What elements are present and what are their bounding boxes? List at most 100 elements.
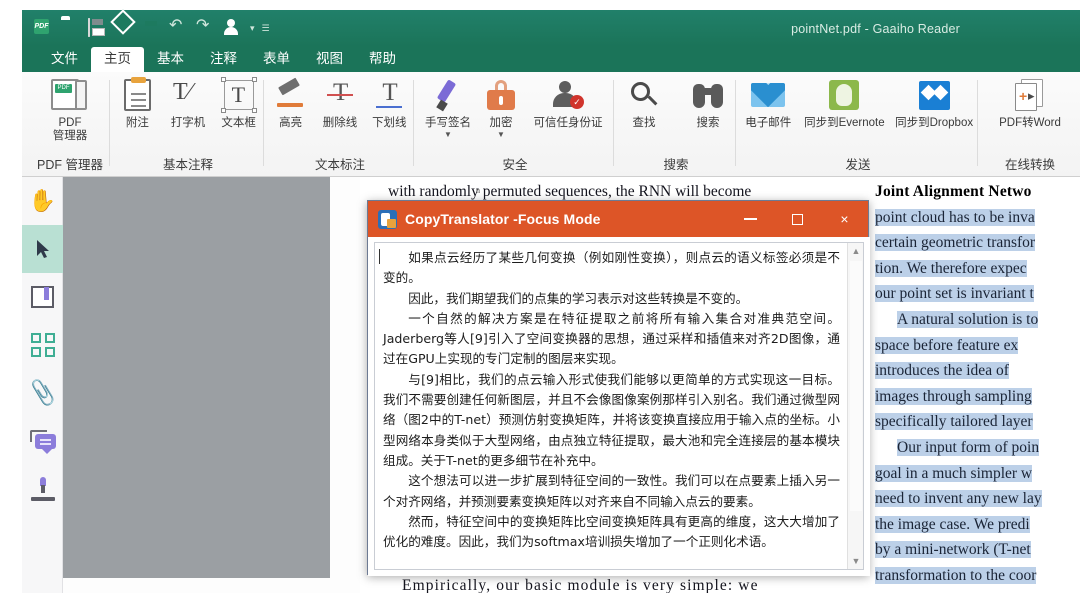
pdf-right-line-4: our point set is invariant t bbox=[875, 285, 1034, 303]
sidebar-item-thumbnails[interactable] bbox=[22, 321, 63, 369]
window-title: pointNet.pdf - Gaaiho Reader bbox=[791, 22, 960, 36]
dialog-title: CopyTranslator -Focus Mode bbox=[405, 211, 601, 227]
chevron-down-icon[interactable]: ▼ bbox=[444, 131, 452, 139]
pdf-manager-button[interactable]: PDF PDF 管理器 bbox=[43, 76, 97, 143]
typewriter-label: 打字机 bbox=[170, 117, 206, 129]
trusted-id-button[interactable]: ✓ 可信任身份证 bbox=[525, 76, 611, 130]
paperclip-icon: 📎 bbox=[26, 377, 59, 408]
tab-comment[interactable]: 注释 bbox=[197, 47, 250, 72]
pdf-right-line-2: certain geometric transfor bbox=[875, 234, 1036, 252]
ribbon-group-search: 查找 搜索 搜索 bbox=[616, 72, 736, 177]
open-folder-icon[interactable] bbox=[61, 19, 81, 38]
translation-scrollbar[interactable]: ▲ ▼ bbox=[847, 243, 863, 569]
pdf-right-column: Joint Alignment Netwo point cloud has to… bbox=[875, 177, 1080, 593]
translation-paragraph-3: 一个自然的解决方案是在特征提取之前将所有输入集合对准典范空间。Jaderberg… bbox=[383, 310, 840, 367]
lock-icon bbox=[487, 80, 515, 110]
sticky-note-label: 附注 bbox=[125, 117, 149, 129]
pdf-right-line-11: goal in a much simpler w bbox=[875, 464, 1033, 482]
pdf-manager-label-1: PDF bbox=[58, 117, 82, 129]
search-button[interactable]: 搜索 bbox=[681, 76, 735, 130]
chevron-down-icon[interactable]: ▾ bbox=[250, 23, 255, 34]
pdf-right-line-15: transformation to the coor bbox=[875, 566, 1037, 584]
tab-file[interactable]: 文件 bbox=[38, 47, 91, 72]
translation-paragraph-2: 因此，我们期望我们的点集的学习表示对这些转换是不变的。 bbox=[408, 290, 749, 306]
envelope-icon bbox=[751, 83, 786, 107]
pdf-right-line-3: tion. We therefore expec bbox=[875, 259, 1027, 277]
tab-basic[interactable]: 基本 bbox=[144, 47, 197, 72]
sticky-note-button[interactable]: 附注 bbox=[112, 76, 163, 130]
translation-text[interactable]: 如果点云经历了某些几何变换（例如刚性变换），则点云的语义标签必须是不变的。 因此… bbox=[375, 243, 846, 569]
textbox-label: 文本框 bbox=[221, 117, 256, 129]
scroll-up-arrow-icon[interactable]: ▲ bbox=[848, 243, 864, 259]
sidebar-item-attachments[interactable]: 📎 bbox=[22, 369, 63, 417]
highlight-button[interactable]: 高亮 bbox=[266, 76, 315, 130]
save-icon[interactable] bbox=[88, 17, 108, 38]
redo-icon[interactable]: ↷ bbox=[196, 17, 216, 38]
strikethrough-button[interactable]: T 删除线 bbox=[315, 76, 364, 130]
copytranslator-dialog[interactable]: CopyTranslator -Focus Mode × 如果点云经历了某些几何… bbox=[367, 200, 870, 576]
group-label-text-markup: 文本标注 bbox=[314, 158, 365, 172]
maximize-button[interactable] bbox=[774, 201, 821, 237]
handwritten-signature-button[interactable]: 手写签名 ▼ bbox=[419, 76, 477, 139]
group-label-online-convert: 在线转换 bbox=[1004, 158, 1055, 172]
email-icon[interactable] bbox=[115, 19, 135, 38]
page-gray-panel bbox=[63, 177, 330, 578]
sidebar-item-stamps[interactable] bbox=[22, 465, 63, 513]
copytranslator-icon bbox=[378, 209, 397, 229]
group-separator bbox=[613, 80, 614, 166]
sidebar-item-bookmarks[interactable] bbox=[22, 273, 63, 321]
tab-help[interactable]: 帮助 bbox=[356, 47, 409, 72]
customize-toolbar-icon[interactable]: ☰ bbox=[262, 23, 270, 34]
sidebar-item-select-tool[interactable] bbox=[22, 225, 63, 273]
group-separator bbox=[977, 80, 978, 166]
application-window: PDF ↶ ↷ ▾ ☰ pointNet.pdf - Gaaiho Reader… bbox=[0, 0, 1080, 593]
typewriter-button[interactable]: T⁄ 打字机 bbox=[163, 76, 214, 130]
trusted-id-icon: ✓ bbox=[552, 80, 584, 110]
pdf-right-line-14: by a mini-network (T-net bbox=[875, 541, 1031, 559]
underline-button[interactable]: T 下划线 bbox=[365, 76, 414, 130]
find-button[interactable]: 查找 bbox=[617, 76, 671, 130]
pdf-to-word-label: PDF转Word bbox=[999, 117, 1061, 129]
textbox-button[interactable]: T 文本框 bbox=[213, 76, 264, 130]
print-icon[interactable] bbox=[142, 19, 162, 38]
undo-icon[interactable]: ↶ bbox=[169, 17, 189, 38]
binoculars-icon bbox=[692, 81, 724, 109]
sidebar-item-hand-tool[interactable]: ✋ bbox=[22, 177, 63, 225]
group-separator bbox=[109, 80, 110, 166]
search-label: 搜索 bbox=[696, 117, 720, 129]
pdf-to-word-icon: + ▸ bbox=[1015, 79, 1045, 111]
hand-icon: ✋ bbox=[28, 188, 57, 213]
minimize-button[interactable] bbox=[727, 201, 774, 237]
tab-home[interactable]: 主页 bbox=[91, 47, 144, 72]
bookmark-icon bbox=[31, 286, 54, 308]
pdf-to-word-button[interactable]: + ▸ PDF转Word bbox=[990, 76, 1070, 130]
translation-paragraph-6: 然而，特征空间中的变换矩阵比空间变换矩阵具有更高的维度，这大大增加了优化的难度。… bbox=[383, 513, 840, 550]
menu-tab-bar: 文件 主页 基本 注释 表单 视图 帮助 bbox=[22, 46, 1080, 72]
app-logo-icon: PDF bbox=[34, 18, 54, 38]
scroll-down-arrow-icon[interactable]: ▼ bbox=[848, 553, 864, 569]
encrypt-button[interactable]: 加密 ▼ bbox=[479, 76, 523, 139]
ribbon-toolbar: PDF PDF 管理器 PDF 管理器 附注 T⁄ 打字机 T 文本框 基本注释… bbox=[22, 72, 1080, 177]
close-button[interactable]: × bbox=[821, 201, 868, 237]
sync-evernote-label: 同步到Evernote bbox=[804, 117, 885, 129]
email-button[interactable]: 电子邮件 bbox=[738, 76, 798, 130]
group-label-send: 发送 bbox=[845, 158, 871, 172]
tab-form[interactable]: 表单 bbox=[250, 47, 303, 72]
sync-dropbox-button[interactable]: 同步到Dropbox bbox=[890, 76, 978, 130]
chevron-down-icon[interactable]: ▼ bbox=[497, 131, 505, 139]
pdf-manager-label-2: 管理器 bbox=[52, 130, 88, 142]
user-account-icon[interactable] bbox=[223, 19, 243, 38]
group-separator bbox=[263, 80, 264, 166]
pdf-right-line-13: the image case. We predi bbox=[875, 515, 1030, 533]
dropbox-icon bbox=[918, 80, 950, 110]
sidebar-item-comments[interactable] bbox=[22, 417, 63, 465]
sticky-note-icon bbox=[123, 77, 151, 111]
translation-textarea[interactable]: 如果点云经历了某些几何变换（例如刚性变换），则点云的语义标签必须是不变的。 因此… bbox=[374, 242, 864, 570]
dialog-title-bar[interactable]: CopyTranslator -Focus Mode × bbox=[368, 201, 868, 237]
tab-view[interactable]: 视图 bbox=[303, 47, 356, 72]
email-label: 电子邮件 bbox=[745, 117, 792, 129]
comment-bubble-icon bbox=[29, 430, 56, 454]
scrollbar-thumb[interactable] bbox=[850, 261, 862, 511]
sync-evernote-button[interactable]: 同步到Evernote bbox=[800, 76, 888, 130]
pdf-right-line-12: need to invent any new lay bbox=[875, 490, 1042, 508]
